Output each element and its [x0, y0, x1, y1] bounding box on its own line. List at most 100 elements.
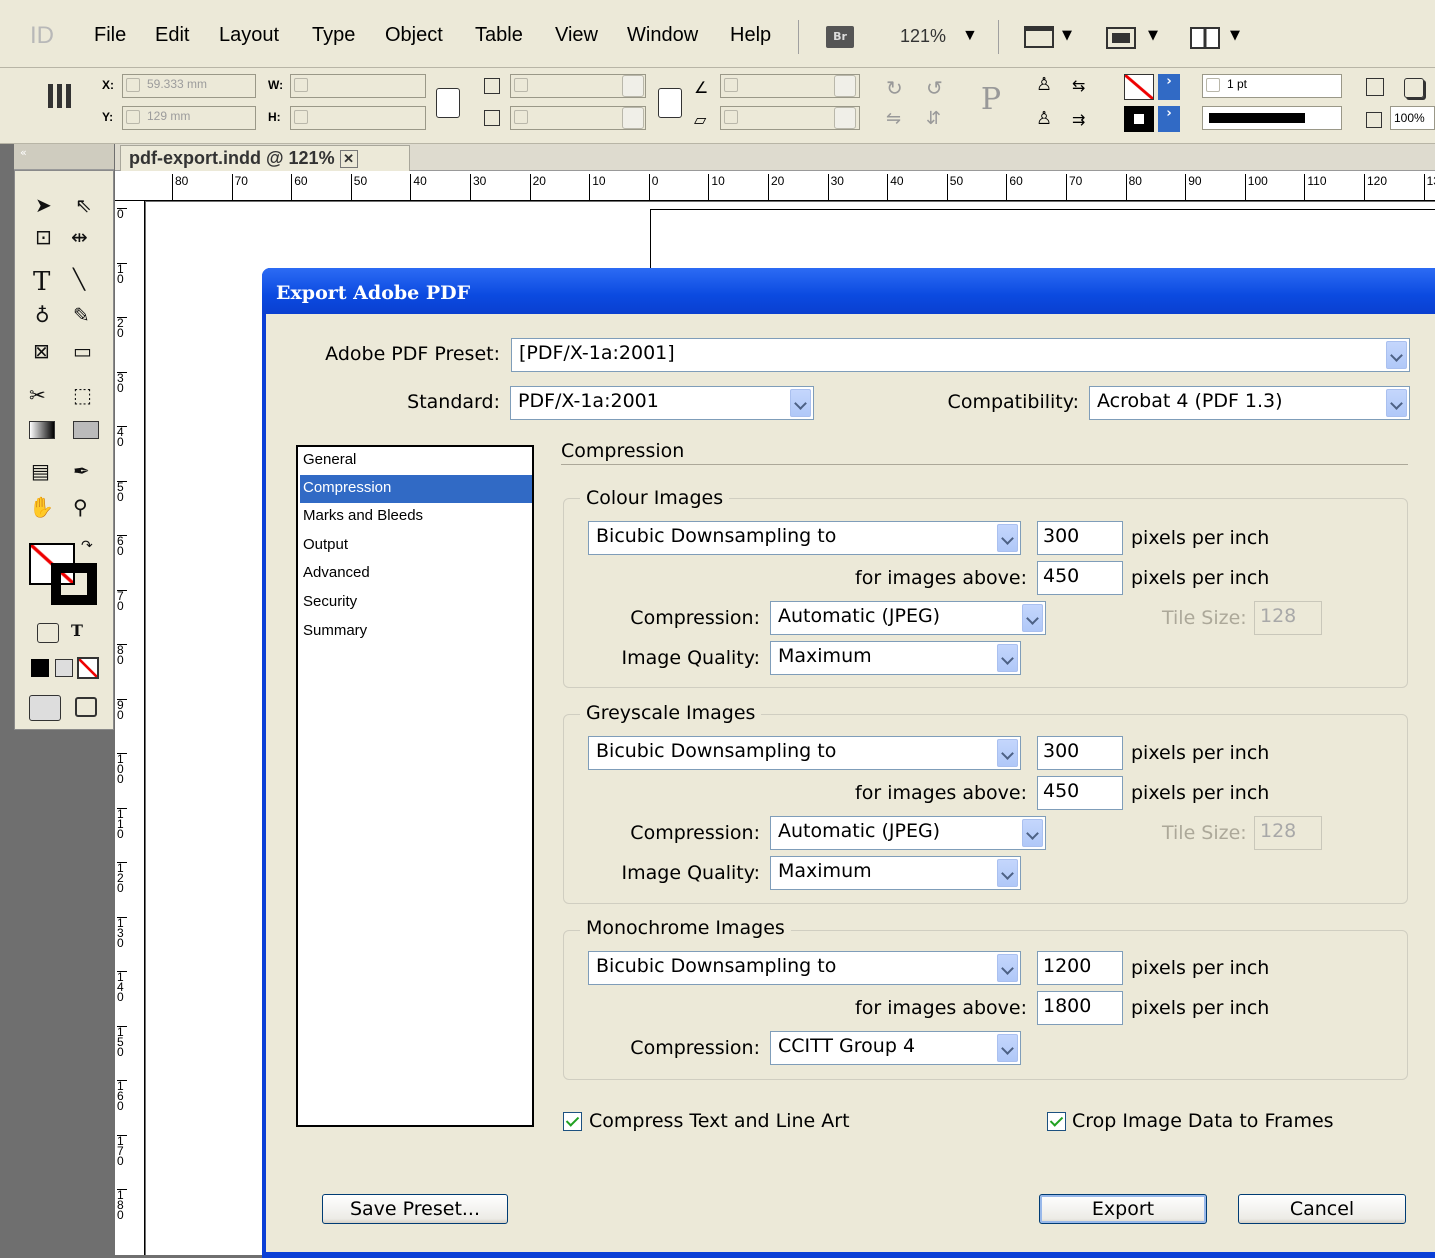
nav-output[interactable]: Output — [300, 532, 532, 560]
stroke-weight-field[interactable]: 1 pt — [1202, 74, 1342, 98]
grey-tile-input[interactable]: 128 — [1254, 816, 1322, 850]
formatting-text-icon[interactable]: T — [71, 623, 83, 639]
stroke-arrow-icon[interactable]: › — [1158, 106, 1180, 132]
shear-dropdown[interactable] — [834, 107, 856, 129]
select-container-icon[interactable]: ♙ — [1036, 74, 1052, 95]
chevron-down-icon[interactable]: ▼ — [1148, 28, 1158, 43]
h-field[interactable] — [290, 106, 426, 130]
apply-color-icon[interactable] — [31, 659, 49, 677]
grey-ppi-input[interactable]: 300 — [1037, 736, 1123, 770]
view-options-icon[interactable] — [1106, 27, 1136, 49]
flip-vertical-icon[interactable]: ⇵ — [926, 108, 941, 129]
constrain-scale-icon[interactable] — [658, 88, 682, 118]
colour-above-input[interactable]: 450 — [1037, 561, 1123, 595]
rectangle-tool-icon[interactable]: ▭ — [73, 341, 92, 361]
chevron-down-icon[interactable] — [997, 644, 1018, 672]
menu-table[interactable]: Table — [475, 24, 523, 47]
menu-edit[interactable]: Edit — [155, 24, 189, 47]
hand-tool-icon[interactable]: ✋ — [29, 497, 54, 517]
scissors-tool-icon[interactable]: ✂ — [29, 385, 46, 405]
crop-image-checkbox[interactable] — [1047, 1112, 1066, 1131]
cancel-button[interactable]: Cancel — [1238, 1194, 1406, 1224]
stroke-type-select[interactable] — [1202, 106, 1342, 130]
menu-view[interactable]: View — [555, 24, 598, 47]
flip-horizontal-icon[interactable]: ⇋ — [886, 108, 901, 129]
preview-mode-icon[interactable] — [75, 697, 97, 717]
collapse-icon[interactable]: « — [20, 146, 27, 159]
standard-select[interactable]: PDF/X-1a:2001 — [510, 386, 814, 420]
zoom-dropdown-icon[interactable]: ▼ — [962, 27, 978, 45]
document-tab[interactable]: pdf-export.indd @ 121% ✕ — [120, 145, 410, 171]
reference-point-icon[interactable] — [48, 84, 74, 108]
menu-file[interactable]: File — [94, 24, 126, 47]
chevron-down-icon[interactable] — [1022, 819, 1043, 847]
gradient-feather-tool-icon[interactable] — [73, 421, 99, 439]
arrange-documents-icon[interactable] — [1190, 27, 1220, 49]
chevron-down-icon[interactable] — [790, 389, 811, 417]
grey-downsample-select[interactable]: Bicubic Downsampling to — [588, 736, 1021, 770]
w-field[interactable] — [290, 74, 426, 98]
colour-tile-input[interactable]: 128 — [1254, 601, 1322, 635]
menu-type[interactable]: Type — [312, 24, 355, 47]
rotate-cw-icon[interactable]: ↻ — [886, 76, 903, 100]
y-field[interactable]: 129 mm — [122, 106, 256, 130]
vertical-ruler[interactable]: 0 10 20 30 40 50 60 70 80 90 100 110 120 130 140 150 160… — [115, 201, 145, 1255]
scale-y-dropdown[interactable] — [622, 107, 644, 129]
chevron-down-icon[interactable] — [1022, 604, 1043, 632]
save-preset-button[interactable]: Save Preset... — [322, 1194, 508, 1224]
selection-tool-icon[interactable]: ➤ — [35, 195, 52, 215]
grey-above-input[interactable]: 450 — [1037, 776, 1123, 810]
eyedropper-tool-icon[interactable]: ✒ — [73, 461, 90, 481]
menu-layout[interactable]: Layout — [219, 24, 279, 47]
stroke-box-icon[interactable] — [51, 563, 97, 605]
zoom-level[interactable]: 121% — [900, 26, 946, 47]
scale-x-dropdown[interactable] — [622, 75, 644, 97]
colour-ppi-input[interactable]: 300 — [1037, 521, 1123, 555]
compress-text-label[interactable]: Compress Text and Line Art — [589, 1110, 850, 1132]
colour-downsample-select[interactable]: Bicubic Downsampling to — [588, 521, 1021, 555]
nav-compression[interactable]: Compression — [300, 475, 532, 503]
free-transform-tool-icon[interactable]: ⬚ — [73, 385, 92, 405]
compress-text-checkbox[interactable] — [563, 1112, 582, 1131]
nav-security[interactable]: Security — [300, 589, 532, 617]
nav-general[interactable]: General — [300, 447, 532, 475]
pen-tool-icon[interactable]: ♁ — [35, 305, 50, 325]
chevron-down-icon[interactable] — [1386, 389, 1407, 417]
crop-image-label[interactable]: Crop Image Data to Frames — [1072, 1110, 1334, 1132]
menu-help[interactable]: Help — [730, 24, 771, 47]
drop-shadow-icon[interactable] — [1404, 78, 1424, 98]
chevron-down-icon[interactable] — [1386, 341, 1407, 369]
direct-selection-tool-icon[interactable]: ⇖ — [75, 195, 92, 215]
bridge-icon[interactable]: Br — [826, 26, 854, 48]
select-previous-icon[interactable]: ⇆ — [1072, 76, 1085, 95]
rectangle-frame-tool-icon[interactable]: ⊠ — [33, 341, 50, 361]
opacity-field[interactable]: 100% — [1390, 106, 1435, 130]
grey-compression-select[interactable]: Automatic (JPEG) — [770, 816, 1046, 850]
close-tab-icon[interactable]: ✕ — [339, 150, 358, 169]
nav-advanced[interactable]: Advanced — [300, 560, 532, 588]
dialog-title-bar[interactable]: Export Adobe PDF — [262, 268, 1435, 314]
fill-arrow-icon[interactable]: › — [1158, 74, 1180, 100]
stroke-swatch-icon[interactable] — [1124, 106, 1154, 132]
chevron-down-icon[interactable] — [997, 954, 1018, 982]
mono-downsample-select[interactable]: Bicubic Downsampling to — [588, 951, 1021, 985]
mono-compression-select[interactable]: CCITT Group 4 — [770, 1031, 1021, 1065]
grey-quality-select[interactable]: Maximum — [770, 856, 1021, 890]
compatibility-select[interactable]: Acrobat 4 (PDF 1.3) — [1089, 386, 1410, 420]
pencil-tool-icon[interactable]: ✎ — [73, 305, 90, 325]
zoom-tool-icon[interactable]: ⚲ — [73, 497, 88, 517]
select-next-icon[interactable]: ⇉ — [1072, 110, 1085, 129]
text-wrap-icon[interactable] — [1366, 78, 1384, 96]
chevron-down-icon[interactable] — [997, 739, 1018, 767]
preset-select[interactable]: [PDF/X-1a:2001] — [511, 338, 1410, 372]
screen-mode-icon[interactable] — [1024, 26, 1054, 48]
chevron-down-icon[interactable] — [997, 1034, 1018, 1062]
menu-window[interactable]: Window — [627, 24, 698, 47]
nav-marks-and-bleeds[interactable]: Marks and Bleeds — [300, 503, 532, 531]
mono-ppi-input[interactable]: 1200 — [1037, 951, 1123, 985]
chevron-down-icon[interactable]: ▼ — [1230, 28, 1240, 43]
rotation-dropdown[interactable] — [834, 75, 856, 97]
chevron-down-icon[interactable]: ▼ — [1062, 28, 1072, 43]
export-button[interactable]: Export — [1039, 1194, 1207, 1224]
nav-summary[interactable]: Summary — [300, 618, 532, 646]
